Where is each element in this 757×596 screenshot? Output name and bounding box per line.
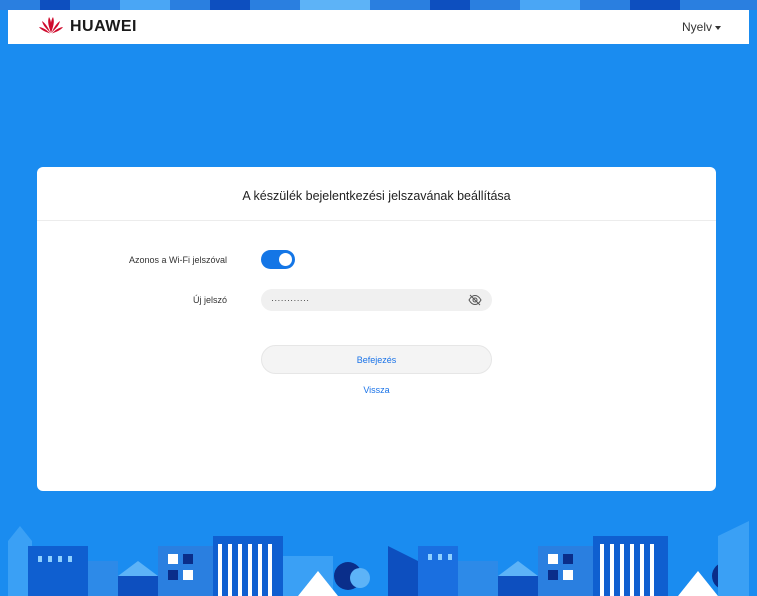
finish-button[interactable]: Befejezés (261, 345, 492, 374)
new-password-input[interactable]: ············ (261, 289, 492, 311)
brand-logo[interactable]: HUAWEI (38, 15, 137, 40)
toggle-knob (279, 253, 292, 266)
huawei-flower-logo-icon (38, 15, 64, 40)
new-password-label: Új jelszó (192, 295, 227, 305)
eye-slash-icon[interactable] (468, 293, 482, 307)
same-as-wifi-toggle[interactable] (261, 250, 295, 269)
same-as-wifi-label: Azonos a Wi-Fi jelszóval (128, 255, 227, 265)
back-link[interactable]: Vissza (261, 385, 492, 395)
card-divider (37, 220, 716, 221)
brand-name: HUAWEI (70, 18, 137, 35)
password-setup-card: A készülék bejelentkezési jelszavának be… (37, 167, 716, 491)
top-header: HUAWEI Nyelv (8, 10, 749, 44)
card-title: A készülék bejelentkezési jelszavának be… (242, 189, 511, 203)
language-selector[interactable]: Nyelv (682, 20, 721, 34)
language-label: Nyelv (681, 20, 712, 34)
new-password-value: ············ (271, 295, 310, 305)
caret-down-icon (715, 25, 721, 30)
background-top-strip (0, 0, 757, 10)
